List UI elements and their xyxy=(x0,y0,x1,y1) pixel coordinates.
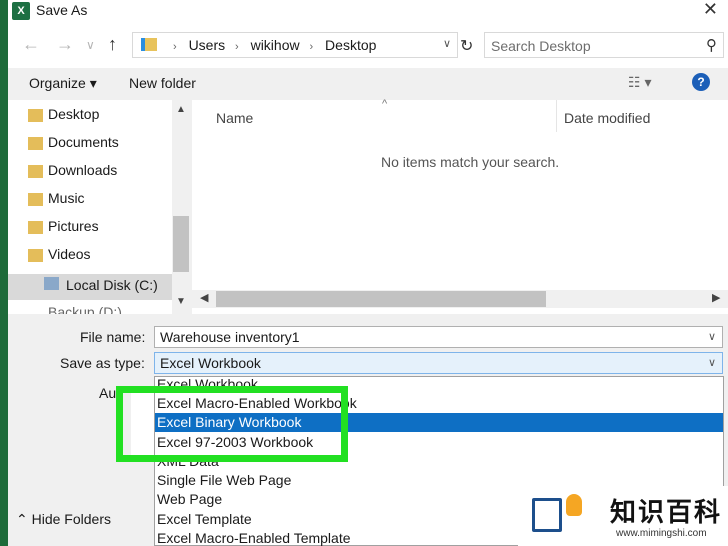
book-icon xyxy=(532,498,562,532)
sidebar-item-label: Videos xyxy=(48,246,91,262)
sidebar-item-label: Desktop xyxy=(48,106,100,122)
column-header-date-modified[interactable]: Date modified xyxy=(564,110,650,126)
up-arrow-icon[interactable]: ↑ xyxy=(108,34,117,55)
chevron-down-icon[interactable]: ∨ xyxy=(708,356,716,369)
sidebar-item-music[interactable]: Music xyxy=(28,190,85,214)
drive-icon xyxy=(44,277,59,290)
scroll-thumb[interactable] xyxy=(173,216,189,272)
breadcrumb-separator: › xyxy=(235,41,239,53)
forward-arrow-icon[interactable]: → xyxy=(56,34,74,55)
close-icon[interactable]: ✕ xyxy=(703,0,718,20)
sidebar-item-desktop[interactable]: Desktop xyxy=(28,106,100,130)
folder-icon xyxy=(28,193,43,206)
search-placeholder: Search Desktop xyxy=(491,38,591,54)
navigation-pane: Desktop Documents Downloads Music Pictur… xyxy=(8,100,190,314)
file-name-value: Warehouse inventory1 xyxy=(160,329,300,345)
watermark-logo: 知识百科 www.mimingshi.com xyxy=(518,486,728,546)
save-as-type-select[interactable]: Excel Workbook ∨ xyxy=(154,352,723,374)
breadcrumb-separator: › xyxy=(309,41,314,53)
back-arrow-icon[interactable]: ← xyxy=(22,34,40,55)
search-icon: ⚲ xyxy=(706,37,717,54)
sidebar-item-videos[interactable]: Videos xyxy=(28,246,91,270)
breadcrumb-desktop[interactable]: Desktop xyxy=(325,37,376,53)
scroll-up-icon[interactable]: ▲ xyxy=(176,104,186,115)
command-toolbar: Organize ▾ New folder ☷ ▾ ? xyxy=(8,68,728,100)
breadcrumb-separator: › xyxy=(173,41,177,53)
window-title: Save As xyxy=(36,2,88,18)
annotation-highlight-box xyxy=(116,386,348,462)
sidebar-item-label: Downloads xyxy=(48,162,118,178)
sidebar-item-label: Local Disk (C:) xyxy=(66,277,158,293)
sidebar-item-label: Backup (D:) xyxy=(48,304,122,314)
sidebar-item-documents[interactable]: Documents xyxy=(28,134,119,158)
organize-button[interactable]: Organize ▾ xyxy=(29,75,97,92)
chevron-up-icon: ⌃ xyxy=(16,511,32,527)
folder-icon xyxy=(141,38,157,51)
file-name-field[interactable]: Warehouse inventory1 ∨ xyxy=(154,326,723,348)
hide-folders-label: Hide Folders xyxy=(31,511,111,527)
watermark-url: www.mimingshi.com xyxy=(616,528,707,539)
hide-folders-button[interactable]: ⌃ Hide Folders xyxy=(16,511,111,528)
sidebar-item-downloads[interactable]: Downloads xyxy=(28,162,118,186)
scroll-thumb[interactable] xyxy=(216,291,546,307)
lightbulb-icon xyxy=(566,494,582,516)
scroll-left-icon[interactable]: ◀ xyxy=(200,291,208,304)
save-as-type-label: Save as type: xyxy=(60,355,145,371)
history-chevron-icon[interactable]: ∨ xyxy=(86,38,95,52)
sidebar-item-backup[interactable]: Backup (D:) xyxy=(48,304,122,314)
breadcrumb-users[interactable]: Users xyxy=(189,37,226,53)
sidebar-item-label: Documents xyxy=(48,134,119,150)
new-folder-button[interactable]: New folder xyxy=(129,75,196,91)
sidebar-item-label: Pictures xyxy=(48,218,99,234)
sidebar-item-pictures[interactable]: Pictures xyxy=(28,218,99,242)
folder-icon xyxy=(28,249,43,262)
save-as-type-value: Excel Workbook xyxy=(160,355,261,371)
address-bar[interactable]: › Users › wikihow › Desktop ∨ xyxy=(132,32,458,58)
folder-icon xyxy=(28,137,43,150)
refresh-icon[interactable]: ↻ xyxy=(460,36,473,56)
title-bar: X Save As ✕ xyxy=(8,0,728,24)
chevron-down-icon[interactable]: ∨ xyxy=(708,330,716,343)
scroll-down-icon[interactable]: ▼ xyxy=(176,296,186,307)
file-list-horizontal-scrollbar[interactable]: ◀ ▶ xyxy=(192,290,728,308)
search-input[interactable]: Search Desktop ⚲ xyxy=(484,32,724,58)
column-header-name[interactable]: Name xyxy=(216,110,253,126)
file-name-label: File name: xyxy=(80,329,146,345)
help-icon[interactable]: ? xyxy=(692,73,710,91)
sidebar-item-local-disk[interactable]: Local Disk (C:) xyxy=(8,274,172,300)
folder-icon xyxy=(28,221,43,234)
column-divider xyxy=(556,100,557,132)
chevron-down-icon[interactable]: ∨ xyxy=(443,37,451,50)
navigation-bar: ← → ∨ ↑ › Users › wikihow › Desktop ∨ ↻ … xyxy=(8,24,728,68)
folder-icon xyxy=(28,109,43,122)
watermark-text: 知识百科 xyxy=(610,498,723,528)
folder-icon xyxy=(28,165,43,178)
excel-icon: X xyxy=(12,2,30,20)
empty-message: No items match your search. xyxy=(381,154,560,170)
sort-caret-icon: ^ xyxy=(382,98,388,110)
file-list: ^ Name Date modified No items match your… xyxy=(192,98,728,314)
scroll-right-icon[interactable]: ▶ xyxy=(712,291,720,304)
authors-label: Au xyxy=(99,385,117,401)
sidebar-scrollbar[interactable]: ▲ ▼ xyxy=(172,100,190,314)
view-options-icon[interactable]: ☷ ▾ xyxy=(628,74,651,91)
background-edge xyxy=(0,0,8,546)
breadcrumb-wikihow[interactable]: wikihow xyxy=(251,37,300,53)
breadcrumb: › Users › wikihow › Desktop xyxy=(173,37,382,53)
sidebar-item-label: Music xyxy=(48,190,85,206)
save-as-dialog: X Save As ✕ ← → ∨ ↑ › Users › wikihow › … xyxy=(8,0,728,546)
